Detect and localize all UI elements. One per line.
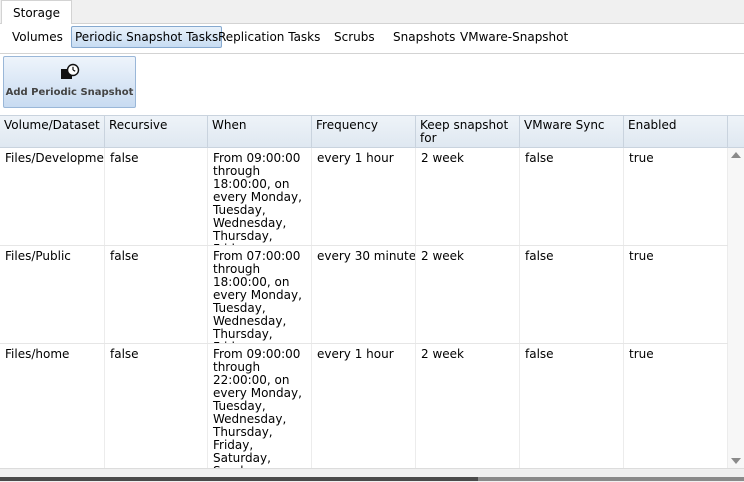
table-row[interactable]: Files/Development false From 09:00:00 th… [0, 148, 728, 246]
tab-storage[interactable]: Storage [1, 0, 72, 24]
top-tab-strip [0, 0, 744, 24]
column-header-enabled[interactable]: Enabled [624, 116, 728, 148]
column-header-recursive[interactable]: Recursive [105, 116, 208, 148]
cell-keep: 2 week [416, 344, 520, 468]
column-header-keep-snapshot-for[interactable]: Keep snapshot for [416, 116, 520, 148]
cell-recursive: false [105, 246, 208, 343]
subtab-volumes[interactable]: Volumes [9, 27, 66, 47]
cell-enabled: true [624, 344, 728, 468]
column-header-vmware-sync[interactable]: VMware Sync [520, 116, 624, 148]
add-periodic-snapshot-button[interactable]: Add Periodic Snapshot [3, 56, 136, 108]
subtab-replication-tasks[interactable]: Replication Tasks [215, 27, 323, 47]
clock-snapshot-icon [61, 63, 80, 79]
cell-vmware-sync: false [520, 148, 624, 245]
cell-frequency: every 1 hour [312, 344, 416, 468]
cell-vmware-sync: false [520, 344, 624, 468]
subtab-periodic-snapshot-tasks[interactable]: Periodic Snapshot Tasks [71, 26, 223, 48]
table-row[interactable]: Files/home false From 09:00:00 through 2… [0, 344, 728, 468]
grid-header: Volume/Dataset Recursive When Frequency … [0, 115, 728, 148]
grid-body: Files/Development false From 09:00:00 th… [0, 148, 728, 468]
cell-volume: Files/Public [0, 246, 105, 343]
cell-when: From 09:00:00 through 18:00:00, on every… [208, 148, 312, 245]
bottom-edge-highlight [478, 477, 744, 481]
cell-recursive: false [105, 148, 208, 245]
subtab-vmware-snapshot[interactable]: VMware-Snapshot [457, 27, 571, 47]
cell-frequency: every 1 hour [312, 148, 416, 245]
grid-header-filler [728, 115, 744, 148]
column-header-volume-dataset[interactable]: Volume/Dataset [0, 116, 105, 148]
table-row[interactable]: Files/Public false From 07:00:00 through… [0, 246, 728, 344]
scroll-up-icon[interactable] [731, 152, 741, 158]
cell-when: From 09:00:00 through 22:00:00, on every… [208, 344, 312, 468]
cell-recursive: false [105, 344, 208, 468]
scroll-down-icon[interactable] [731, 458, 741, 464]
column-header-frequency[interactable]: Frequency [312, 116, 416, 148]
cell-vmware-sync: false [520, 246, 624, 343]
cell-keep: 2 week [416, 246, 520, 343]
cell-when: From 07:00:00 through 18:00:00, on every… [208, 246, 312, 343]
vertical-scrollbar[interactable] [728, 148, 744, 468]
cell-enabled: true [624, 246, 728, 343]
cell-keep: 2 week [416, 148, 520, 245]
subtab-scrubs[interactable]: Scrubs [331, 27, 378, 47]
add-periodic-snapshot-label: Add Periodic Snapshot [5, 87, 134, 98]
cell-frequency: every 30 minutes [312, 246, 416, 343]
cell-volume: Files/Development [0, 148, 105, 245]
subtab-snapshots[interactable]: Snapshots [390, 27, 458, 47]
cell-volume: Files/home [0, 344, 105, 468]
column-header-when[interactable]: When [208, 116, 312, 148]
cell-enabled: true [624, 148, 728, 245]
subtab-bar: Volumes Periodic Snapshot Tasks Replicat… [0, 24, 744, 54]
